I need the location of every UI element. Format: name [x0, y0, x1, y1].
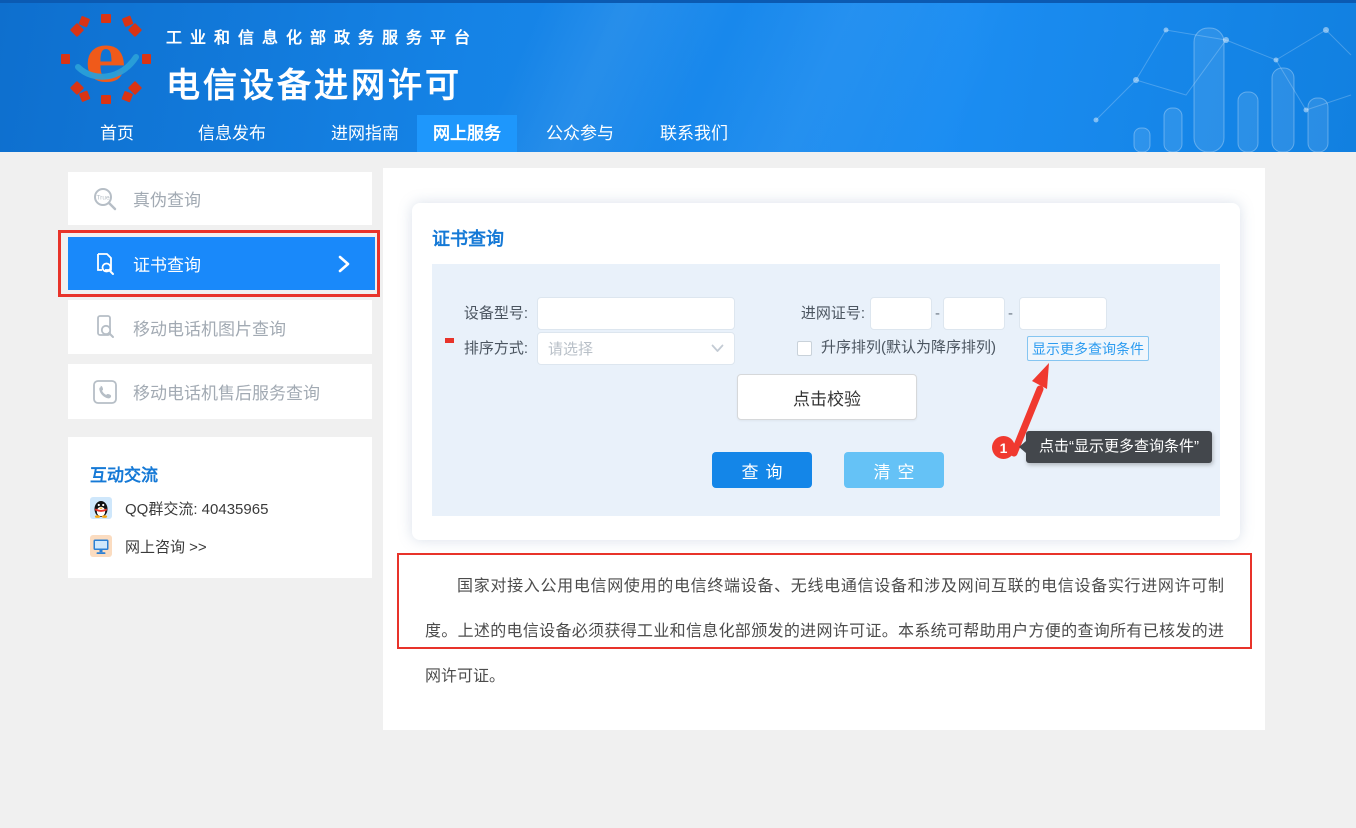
certificate-query-panel: 证书查询 设备型号: 进网证号: - - 排序方式: 请选择: [412, 203, 1240, 540]
sort-select-placeholder: 请选择: [548, 338, 593, 359]
sort-mode-label: 排序方式:: [448, 332, 528, 365]
annotation-box-active-item: 证书查询: [58, 230, 380, 297]
sidebar-item-certificate-query[interactable]: 证书查询: [68, 237, 375, 290]
license-number-input-2[interactable]: [943, 297, 1005, 330]
license-number-input-3[interactable]: [1019, 297, 1107, 330]
license-number-label: 进网证号:: [785, 297, 865, 330]
platform-title: 工业和信息化部政务服务平台: [166, 24, 478, 48]
license-dash-separator: -: [1007, 297, 1014, 330]
site-logo-icon: e: [60, 13, 152, 105]
panel-title: 证书查询: [432, 225, 504, 251]
sidebar-item-label: 移动电话机售后服务查询: [133, 379, 320, 404]
true-search-icon: True: [92, 186, 118, 212]
query-button[interactable]: 查询: [712, 452, 812, 488]
qq-group-label: QQ群交流: 40435965: [125, 498, 268, 519]
sidebar-item-authenticity-query[interactable]: True 真伪查询: [68, 172, 372, 225]
chevron-right-icon: [337, 255, 351, 273]
annotation-step-badge: 1: [992, 436, 1015, 459]
svg-text:e: e: [85, 19, 127, 97]
clear-button[interactable]: 清空: [844, 452, 944, 488]
nav-item-news[interactable]: 信息发布: [198, 115, 266, 152]
nav-item-participation[interactable]: 公众参与: [546, 115, 614, 152]
captcha-verify-button[interactable]: 点击校验: [737, 374, 917, 420]
sort-mode-select[interactable]: 请选择: [537, 332, 735, 365]
ascending-order-label: 升序排列(默认为降序排列): [821, 334, 996, 362]
main-nav: 首页 信息发布 进网指南 网上服务 公众参与 联系我们: [0, 115, 1356, 152]
annotation-box-description: 国家对接入公用电信网使用的电信终端设备、无线电通信设备和涉及网间互联的电信设备实…: [397, 553, 1252, 649]
chevron-down-icon: [711, 344, 724, 353]
license-number-input-1[interactable]: [870, 297, 932, 330]
monitor-icon: [90, 535, 112, 557]
certificate-search-icon: [92, 251, 118, 277]
device-model-label: 设备型号:: [448, 297, 528, 330]
svg-text:True: True: [96, 194, 110, 201]
query-form: 设备型号: 进网证号: - - 排序方式: 请选择 升序排列(默认为降序排列): [432, 264, 1220, 516]
device-model-input[interactable]: [537, 297, 735, 330]
ascending-order-checkbox[interactable]: [797, 341, 812, 356]
site-title: 电信设备进网许可: [166, 58, 478, 107]
qq-penguin-icon: [90, 497, 112, 519]
nav-item-guide[interactable]: 进网指南: [331, 115, 399, 152]
license-dash-separator: -: [934, 297, 941, 330]
nav-item-contact[interactable]: 联系我们: [660, 115, 728, 152]
sidebar-item-label: 移动电话机图片查询: [133, 315, 286, 340]
header-top-line: [0, 0, 1356, 3]
online-consult-link[interactable]: 网上咨询 >>: [90, 535, 207, 557]
nav-item-online-services-active[interactable]: 网上服务: [417, 115, 517, 152]
phone-image-search-icon: [92, 314, 118, 340]
sidebar-item-phone-image-query[interactable]: 移动电话机图片查询: [68, 300, 372, 354]
sidebar-item-label: 证书查询: [133, 251, 201, 276]
interaction-card: 互动交流 QQ群交流: 40435965 网上咨询 >>: [68, 437, 372, 578]
interaction-title: 互动交流: [90, 461, 158, 486]
sidebar-item-label: 真伪查询: [133, 186, 201, 211]
annotation-tooltip: 点击“显示更多查询条件”: [1026, 431, 1212, 463]
qq-group-link[interactable]: QQ群交流: 40435965: [90, 497, 268, 519]
site-header: e 工业和信息化部政务服务平台 电信设备进网许可: [0, 0, 1356, 152]
sidebar-item-aftersale-service-query[interactable]: 移动电话机售后服务查询: [68, 364, 372, 419]
online-consult-label: 网上咨询 >>: [125, 536, 207, 557]
phone-handset-icon: [92, 379, 118, 405]
page: e 工业和信息化部政务服务平台 电信设备进网许可: [0, 0, 1356, 828]
header-titles: 工业和信息化部政务服务平台 电信设备进网许可: [166, 24, 478, 107]
license-system-description: 国家对接入公用电信网使用的电信终端设备、无线电通信设备和涉及网间互联的电信设备实…: [425, 564, 1224, 699]
nav-item-home[interactable]: 首页: [90, 115, 144, 152]
